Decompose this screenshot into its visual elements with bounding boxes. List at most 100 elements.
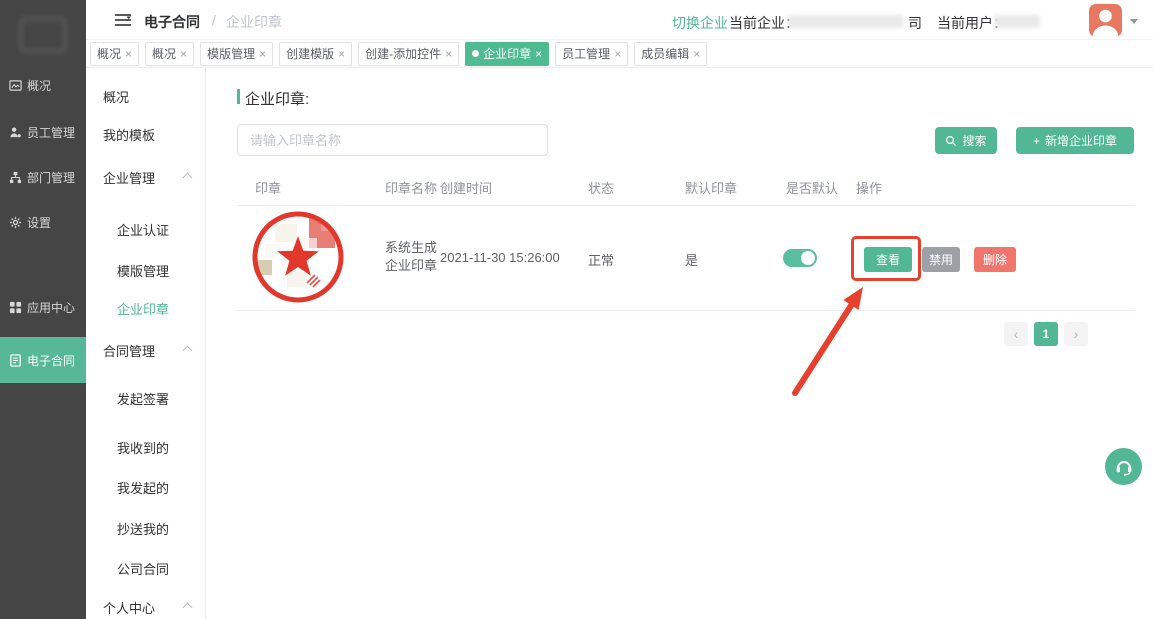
menu-label: 公司合同 xyxy=(117,559,169,578)
group-enterprise-management[interactable]: 企业管理 xyxy=(86,164,205,190)
tab-overview-2[interactable]: 概况 × xyxy=(145,42,194,66)
menu-label: 我收到的 xyxy=(117,438,169,457)
pagination-prev-button[interactable]: ‹ xyxy=(1004,322,1028,346)
chevron-up-icon xyxy=(183,173,193,183)
add-seal-button[interactable]: + 新增企业印章 xyxy=(1016,127,1134,154)
col-header-seal-name: 印章名称 xyxy=(385,178,437,197)
tab-close-icon[interactable]: × xyxy=(180,48,187,60)
col-header-status: 状态 xyxy=(588,178,614,197)
col-header-created: 创建时间 xyxy=(440,178,492,197)
tab-close-icon[interactable]: × xyxy=(535,48,542,60)
table-divider xyxy=(237,205,1135,206)
tab-create-add-controls[interactable]: 创建-添加控件× xyxy=(358,42,459,66)
delete-button[interactable]: 删除 xyxy=(974,247,1016,272)
settings-icon xyxy=(9,216,22,229)
add-button-label: 新增企业印章 xyxy=(1045,132,1117,149)
tab-overview-1[interactable]: 概况× xyxy=(90,42,139,66)
nav-app-center[interactable]: 应用中心 xyxy=(0,294,86,320)
menu-overview[interactable]: 概况 xyxy=(86,83,205,109)
tab-employee-management[interactable]: 员工管理 × xyxy=(555,42,628,66)
tab-template-management[interactable]: 模版管理 × xyxy=(200,42,273,66)
nav-overview[interactable]: 概况 xyxy=(0,72,86,98)
caret-down-icon[interactable] xyxy=(1130,19,1138,24)
menu-cc-me[interactable]: 抄送我的 xyxy=(86,515,205,541)
tab-create-template[interactable]: 创建模版× xyxy=(279,42,352,66)
menu-enterprise-seal[interactable]: 企业印章 xyxy=(86,295,205,321)
pagination-next-button[interactable]: › xyxy=(1064,322,1088,346)
col-header-seal: 印章 xyxy=(255,178,281,197)
nav-label: 设置 xyxy=(27,214,51,231)
tab-close-icon[interactable]: × xyxy=(693,48,700,60)
avatar[interactable] xyxy=(1089,4,1122,37)
menu-label: 抄送我的 xyxy=(117,519,169,538)
pagination-page-1[interactable]: 1 xyxy=(1034,322,1058,346)
nav-label: 部门管理 xyxy=(27,169,75,186)
breadcrumb-root[interactable]: 电子合同 xyxy=(144,12,200,32)
chevron-up-icon xyxy=(183,603,193,613)
app-window: 概况 员工管理 部门管理 设置 应用中心 电子合同 电子合同 / 企业印章 切换… xyxy=(0,0,1153,619)
tab-label: 模版管理 xyxy=(207,45,255,62)
menu-label: 合同管理 xyxy=(103,341,155,360)
cell-is-default: 是 xyxy=(685,250,698,269)
tab-close-icon[interactable]: × xyxy=(259,48,266,60)
annotation-arrow xyxy=(780,280,880,405)
search-button[interactable]: 搜索 xyxy=(935,127,997,154)
col-header-actions: 操作 xyxy=(856,178,882,197)
tab-close-icon[interactable]: × xyxy=(614,48,621,60)
group-contract-management[interactable]: 合同管理 xyxy=(86,337,205,363)
default-toggle[interactable] xyxy=(783,249,817,267)
search-icon xyxy=(945,135,957,147)
menu-company-contracts[interactable]: 公司合同 xyxy=(86,555,205,581)
switch-company-link[interactable]: 切换企业 xyxy=(672,13,728,33)
tab-label: 员工管理 xyxy=(562,45,610,62)
menu-template-management[interactable]: 模版管理 xyxy=(86,257,205,283)
chevron-up-icon xyxy=(183,346,193,356)
customer-service-button[interactable] xyxy=(1105,448,1142,485)
nav-label: 员工管理 xyxy=(27,124,75,141)
cell-created-at: 2021-11-30 15:26:00 xyxy=(440,250,560,265)
nav-e-contract[interactable]: 电子合同 xyxy=(0,337,86,383)
menu-label: 我发起的 xyxy=(117,478,169,497)
nav-label: 概况 xyxy=(27,77,51,94)
tab-member-edit[interactable]: 成员编辑× xyxy=(634,42,707,66)
tab-close-icon[interactable]: × xyxy=(125,48,132,60)
app-center-icon xyxy=(9,301,22,314)
menu-label: 企业认证 xyxy=(117,220,169,239)
view-button[interactable]: 查看 xyxy=(864,247,912,272)
overview-icon xyxy=(9,79,22,92)
menu-label: 发起签署 xyxy=(117,389,169,408)
section-title-accent xyxy=(237,89,240,104)
tab-enterprise-seal[interactable]: 企业印章× xyxy=(465,42,549,66)
menu-my-templates[interactable]: 我的模板 xyxy=(86,121,205,147)
col-header-is-default: 是否默认 xyxy=(786,178,838,197)
menu-label: 概况 xyxy=(103,87,129,106)
menu-received[interactable]: 我收到的 xyxy=(86,434,205,460)
tab-bar: 概况× 概况× 模版管理× 创建模版× 创建-添加控件× 企业印章× 员工管理×… xyxy=(86,40,1153,68)
tab-close-icon[interactable]: × xyxy=(338,48,345,60)
group-personal-center[interactable]: 个人中心 xyxy=(86,594,205,619)
col-header-default-seal: 默认印章 xyxy=(685,178,737,197)
company-name-suffix: 司 xyxy=(908,13,922,33)
tab-label: 概况 xyxy=(152,45,176,62)
nav-department-management[interactable]: 部门管理 xyxy=(0,164,86,190)
cell-seal-name: 系统生成 企业印章 xyxy=(385,239,437,275)
menu-label: 个人中心 xyxy=(103,598,155,617)
avatar-person-icon xyxy=(1089,4,1122,37)
tab-close-icon[interactable]: × xyxy=(445,48,452,60)
collapse-menu-icon[interactable] xyxy=(115,13,132,27)
e-contract-icon xyxy=(9,354,22,367)
page-title: 企业印章: xyxy=(245,88,309,109)
seal-name-line1: 系统生成 xyxy=(385,239,437,257)
redacted-company-name xyxy=(788,15,903,28)
menu-label: 模版管理 xyxy=(117,261,169,280)
disable-button[interactable]: 禁用 xyxy=(922,247,960,272)
menu-initiate-sign[interactable]: 发起签署 xyxy=(86,385,205,411)
nav-employee-management[interactable]: 员工管理 xyxy=(0,119,86,145)
menu-initiated[interactable]: 我发起的 xyxy=(86,474,205,500)
headset-icon xyxy=(1114,457,1134,477)
menu-enterprise-auth[interactable]: 企业认证 xyxy=(86,216,205,242)
seal-name-input[interactable] xyxy=(237,124,548,156)
nav-settings[interactable]: 设置 xyxy=(0,209,86,235)
toggle-knob xyxy=(801,251,815,265)
table-divider xyxy=(237,310,1135,311)
